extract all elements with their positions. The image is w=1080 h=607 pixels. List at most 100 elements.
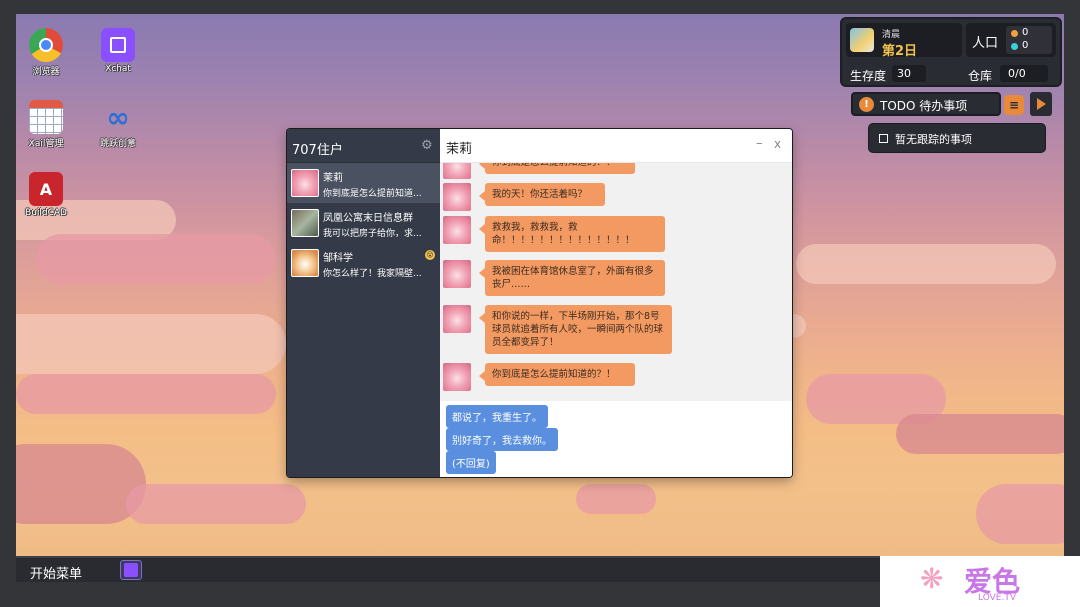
conversation-title: 茉莉 <box>446 142 473 157</box>
pink-hair-avatar <box>443 305 471 333</box>
pink-hair-avatar <box>443 163 471 179</box>
weather-panel: 清晨 第2日 <box>846 23 962 59</box>
minimize-icon[interactable]: – <box>756 136 763 151</box>
todo-empty-text: 暂无跟踪的事项 <box>895 133 972 146</box>
sidebar-header: 707住户 ⚙ <box>287 129 440 163</box>
message-bubble: 救救我，救救我，救命！！！！！！！！！！！！！！ <box>479 216 665 252</box>
storage-label: 仓库 <box>968 69 993 83</box>
survival-stat: 生存度 30 <box>846 63 962 85</box>
status-hud: 清晨 第2日 人口 0 0 生存度 30 仓库 0/0 <box>840 17 1062 87</box>
contact-preview: 你到底是怎么提前知道... <box>323 189 422 199</box>
message-row: 救救我，救救我，救命！！！！！！！！！！！！！！ <box>443 216 783 252</box>
desktop-icon-label: 跳跃创意 <box>99 139 136 149</box>
message-bubble: 我被困在体育馆休息室了，外面有很多丧尸…… <box>479 260 665 296</box>
app-title: 707住户 <box>292 143 343 158</box>
contact-item-zou[interactable]: 邹科学 你怎么样了！我家隔壁... 😮 <box>287 243 440 283</box>
warning-icon: ! <box>859 97 874 112</box>
message-row: 我的天！你还活着吗？ <box>443 183 783 211</box>
cloud <box>576 484 656 514</box>
gear-icon[interactable]: ⚙ <box>421 138 433 153</box>
message-row: 和你说的一样，下半场刚开始，那个8号球员就追着所有人咬，一瞬间两个队的球员全都变… <box>443 305 783 354</box>
reply-option-reborn[interactable]: 都说了，我重生了。 <box>446 405 548 428</box>
calendar-grid-icon <box>29 100 63 134</box>
pink-hair-avatar <box>443 216 471 244</box>
population-values: 0 0 <box>1006 26 1052 54</box>
desktop-icon-label: Xail管理 <box>28 139 64 149</box>
desktop-icon-label: Xchat <box>105 64 131 74</box>
weather-icon <box>850 28 874 52</box>
message-bubble: 你到底是怎么提前知道的？！ <box>479 363 635 386</box>
conversation-pane: 茉莉 – x 你到底是怎么提前知道的？！ 我的天！你还活着吗？ 救救我，救救我，… <box>440 129 792 477</box>
todo-empty-item: 暂无跟踪的事项 <box>868 123 1046 153</box>
desktop-icon-xail[interactable]: Xail管理 <box>16 100 76 149</box>
message-row: 你到底是怎么提前知道的？！ <box>443 363 783 391</box>
reply-options: 都说了，我重生了。 别好奇了，我去救你。 (不回复) <box>440 401 792 477</box>
contact-preview: 你怎么样了！我家隔壁... <box>323 269 422 279</box>
contact-sidebar: 707住户 ⚙ 茉莉 你到底是怎么提前知道... 凤凰公寓末日信息群 我可以把房… <box>287 129 440 477</box>
cloud <box>16 374 276 414</box>
pop-cyan-value: 0 <box>1022 40 1029 51</box>
contact-item-group[interactable]: 凤凰公寓末日信息群 我可以把房子给你，求... <box>287 203 440 243</box>
reply-option-ignore[interactable]: (不回复) <box>446 451 496 474</box>
pink-hair-avatar <box>291 169 319 197</box>
watermark: ❋ 爱色 LOVE.TV <box>880 556 1080 607</box>
storage-stat: 仓库 0/0 <box>966 63 1056 85</box>
pink-hair-avatar <box>443 363 471 391</box>
message-row: 我被困在体育馆休息室了，外面有很多丧尸…… <box>443 260 783 296</box>
emoji-badge-icon: 😮 <box>425 250 435 260</box>
watermark-subtext: LOVE.TV <box>978 593 1016 603</box>
orange-dot-icon <box>1011 30 1018 37</box>
twitch-icon <box>124 563 138 577</box>
chrome-icon <box>29 28 63 62</box>
checkbox-icon <box>879 134 888 143</box>
pink-hair-avatar <box>443 183 471 211</box>
autocad-icon: A <box>29 172 63 206</box>
message-bubble: 你到底是怎么提前知道的？！ <box>479 163 635 174</box>
storage-value: 0/0 <box>1000 65 1048 82</box>
survival-label: 生存度 <box>850 69 887 83</box>
desktop-icon-jump[interactable]: ∞ 跳跃创意 <box>88 100 148 150</box>
group-avatar <box>291 209 319 237</box>
conversation-header: 茉莉 – x <box>440 129 792 163</box>
pop-orange-value: 0 <box>1022 27 1029 38</box>
todo-title: TODO 待办事项 <box>880 99 968 113</box>
reply-option-rescue[interactable]: 别好奇了，我去救你。 <box>446 428 558 451</box>
infinity-icon: ∞ <box>106 100 130 134</box>
twitch-icon <box>101 28 135 62</box>
desktop-icon-label: BuildCAD <box>25 208 67 218</box>
desktop-icon-xchat[interactable]: Xchat <box>88 28 148 74</box>
day-counter: 第2日 <box>882 44 918 59</box>
cyan-dot-icon <box>1011 43 1018 50</box>
cloud <box>126 484 306 524</box>
cloud <box>796 244 1056 284</box>
todo-header[interactable]: ! TODO 待办事项 <box>851 92 1001 116</box>
contact-item-jasmine[interactable]: 茉莉 你到底是怎么提前知道... <box>287 163 440 203</box>
desktop-icon-browser[interactable]: 浏览器 <box>16 28 76 77</box>
todo-collapse-arrow-icon[interactable] <box>1030 92 1052 116</box>
desktop-icon-label: 浏览器 <box>32 67 60 77</box>
watermark-flower-icon: ❋ <box>920 562 944 595</box>
message-row: 你到底是怎么提前知道的？！ <box>443 163 783 179</box>
dog-avatar <box>291 249 319 277</box>
cloud <box>36 234 276 284</box>
start-menu-button[interactable]: 开始菜单 <box>30 563 82 582</box>
pink-hair-avatar <box>443 260 471 288</box>
population-panel: 人口 0 0 <box>966 23 1056 57</box>
cloud <box>16 314 286 374</box>
close-icon[interactable]: x <box>774 137 781 151</box>
cloud <box>16 444 146 524</box>
message-bubble: 我的天！你还活着吗？ <box>479 183 605 206</box>
taskbar-xchat-button[interactable] <box>120 560 142 580</box>
cloud <box>896 414 1064 454</box>
todo-menu-button[interactable]: ≡ <box>1004 95 1024 115</box>
message-list[interactable]: 你到底是怎么提前知道的？！ 我的天！你还活着吗？ 救救我，救救我，救命！！！！！… <box>440 163 792 401</box>
population-label: 人口 <box>972 36 999 51</box>
contact-name: 凤凰公寓末日信息群 <box>323 213 413 224</box>
survival-value: 30 <box>892 65 926 82</box>
time-of-day: 清晨 <box>882 30 901 40</box>
message-bubble: 和你说的一样，下半场刚开始，那个8号球员就追着所有人咬，一瞬间两个队的球员全都变… <box>479 305 672 354</box>
desktop-icon-buildcad[interactable]: A BuildCAD <box>16 172 76 218</box>
contact-name: 邹科学 <box>323 253 353 264</box>
chat-window: 707住户 ⚙ 茉莉 你到底是怎么提前知道... 凤凰公寓末日信息群 我可以把房… <box>287 129 792 477</box>
cloud <box>976 484 1064 544</box>
